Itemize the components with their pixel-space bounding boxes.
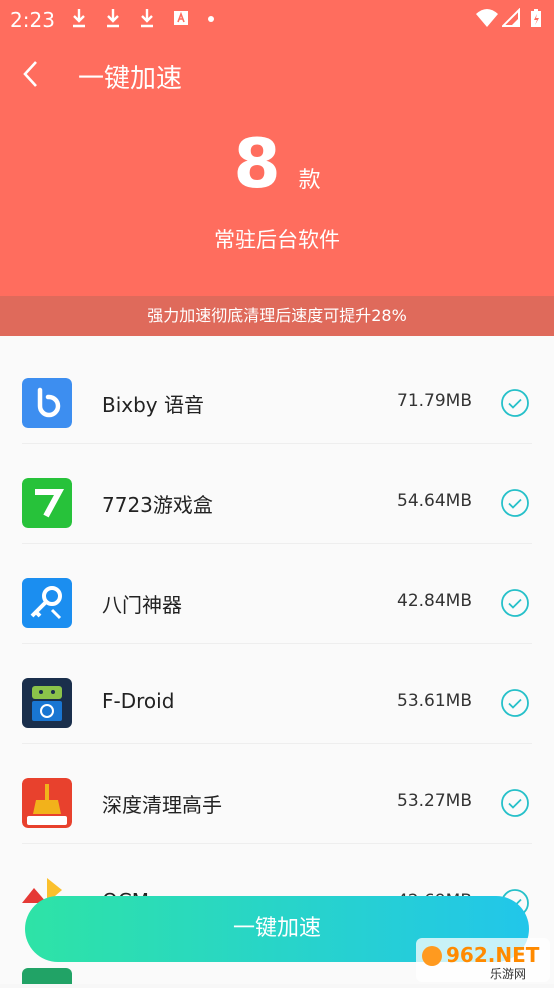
watermark-text: 962.NET [446,943,540,967]
app-list: Bixby 语音 71.79MB 7723游戏盒 54.64MB 八门神器 42… [0,336,554,984]
header-panel: 2:23 一键加速 8款 常驻后台软件 [0,0,554,296]
app-size: 71.79MB [397,391,472,411]
battery-charging-icon [531,9,541,27]
list-item[interactable]: Bixby 语音 71.79MB [0,344,554,444]
partial-app-icon [22,968,72,984]
count-unit: 款 [298,168,321,193]
7723-icon [22,478,72,528]
watermark-subtext: 乐游网 [490,967,526,981]
app-size: 54.64MB [397,491,472,511]
app-name: F-Droid [102,689,175,713]
app-count: 8款 [0,125,554,204]
status-bar: 2:23 [0,0,554,36]
status-time: 2:23 [10,8,55,32]
app-size: 53.61MB [397,691,472,711]
wifi-icon [476,9,498,27]
download-icon [141,9,153,28]
app-name: 八门神器 [102,593,182,617]
list-item[interactable]: 八门神器 42.84MB [0,544,554,644]
dot-icon [208,16,214,22]
speedup-banner: 强力加速彻底清理后速度可提升28% [0,296,554,336]
watermark: 962.NET 乐游网 [414,934,554,984]
app-name: 深度清理高手 [102,793,222,817]
fdroid-icon [22,678,72,728]
app-notification-icon [174,11,188,25]
count-subtitle: 常驻后台软件 [214,228,340,252]
app-size: 53.27MB [397,791,472,811]
download-icon [107,9,119,28]
top-bar: 一键加速 [0,48,554,100]
app-name: Bixby 语音 [102,393,205,417]
download-icon [73,9,85,28]
bixby-icon [22,378,72,428]
check-icon[interactable] [500,588,530,618]
signal-icon [502,8,520,27]
check-icon[interactable] [500,488,530,518]
count-number: 8 [233,125,281,204]
list-item[interactable]: 7723游戏盒 54.64MB [0,444,554,544]
check-icon[interactable] [500,788,530,818]
page-title: 一键加速 [78,64,183,94]
list-item[interactable]: F-Droid 53.61MB [0,644,554,744]
list-item[interactable]: 深度清理高手 53.27MB [0,744,554,844]
app-name: 7723游戏盒 [102,493,213,517]
back-arrow-icon[interactable] [16,56,48,92]
check-icon[interactable] [500,688,530,718]
app-size: 42.84MB [397,591,472,611]
key-wrench-icon [22,578,72,628]
broom-icon [22,778,72,828]
check-icon[interactable] [500,388,530,418]
